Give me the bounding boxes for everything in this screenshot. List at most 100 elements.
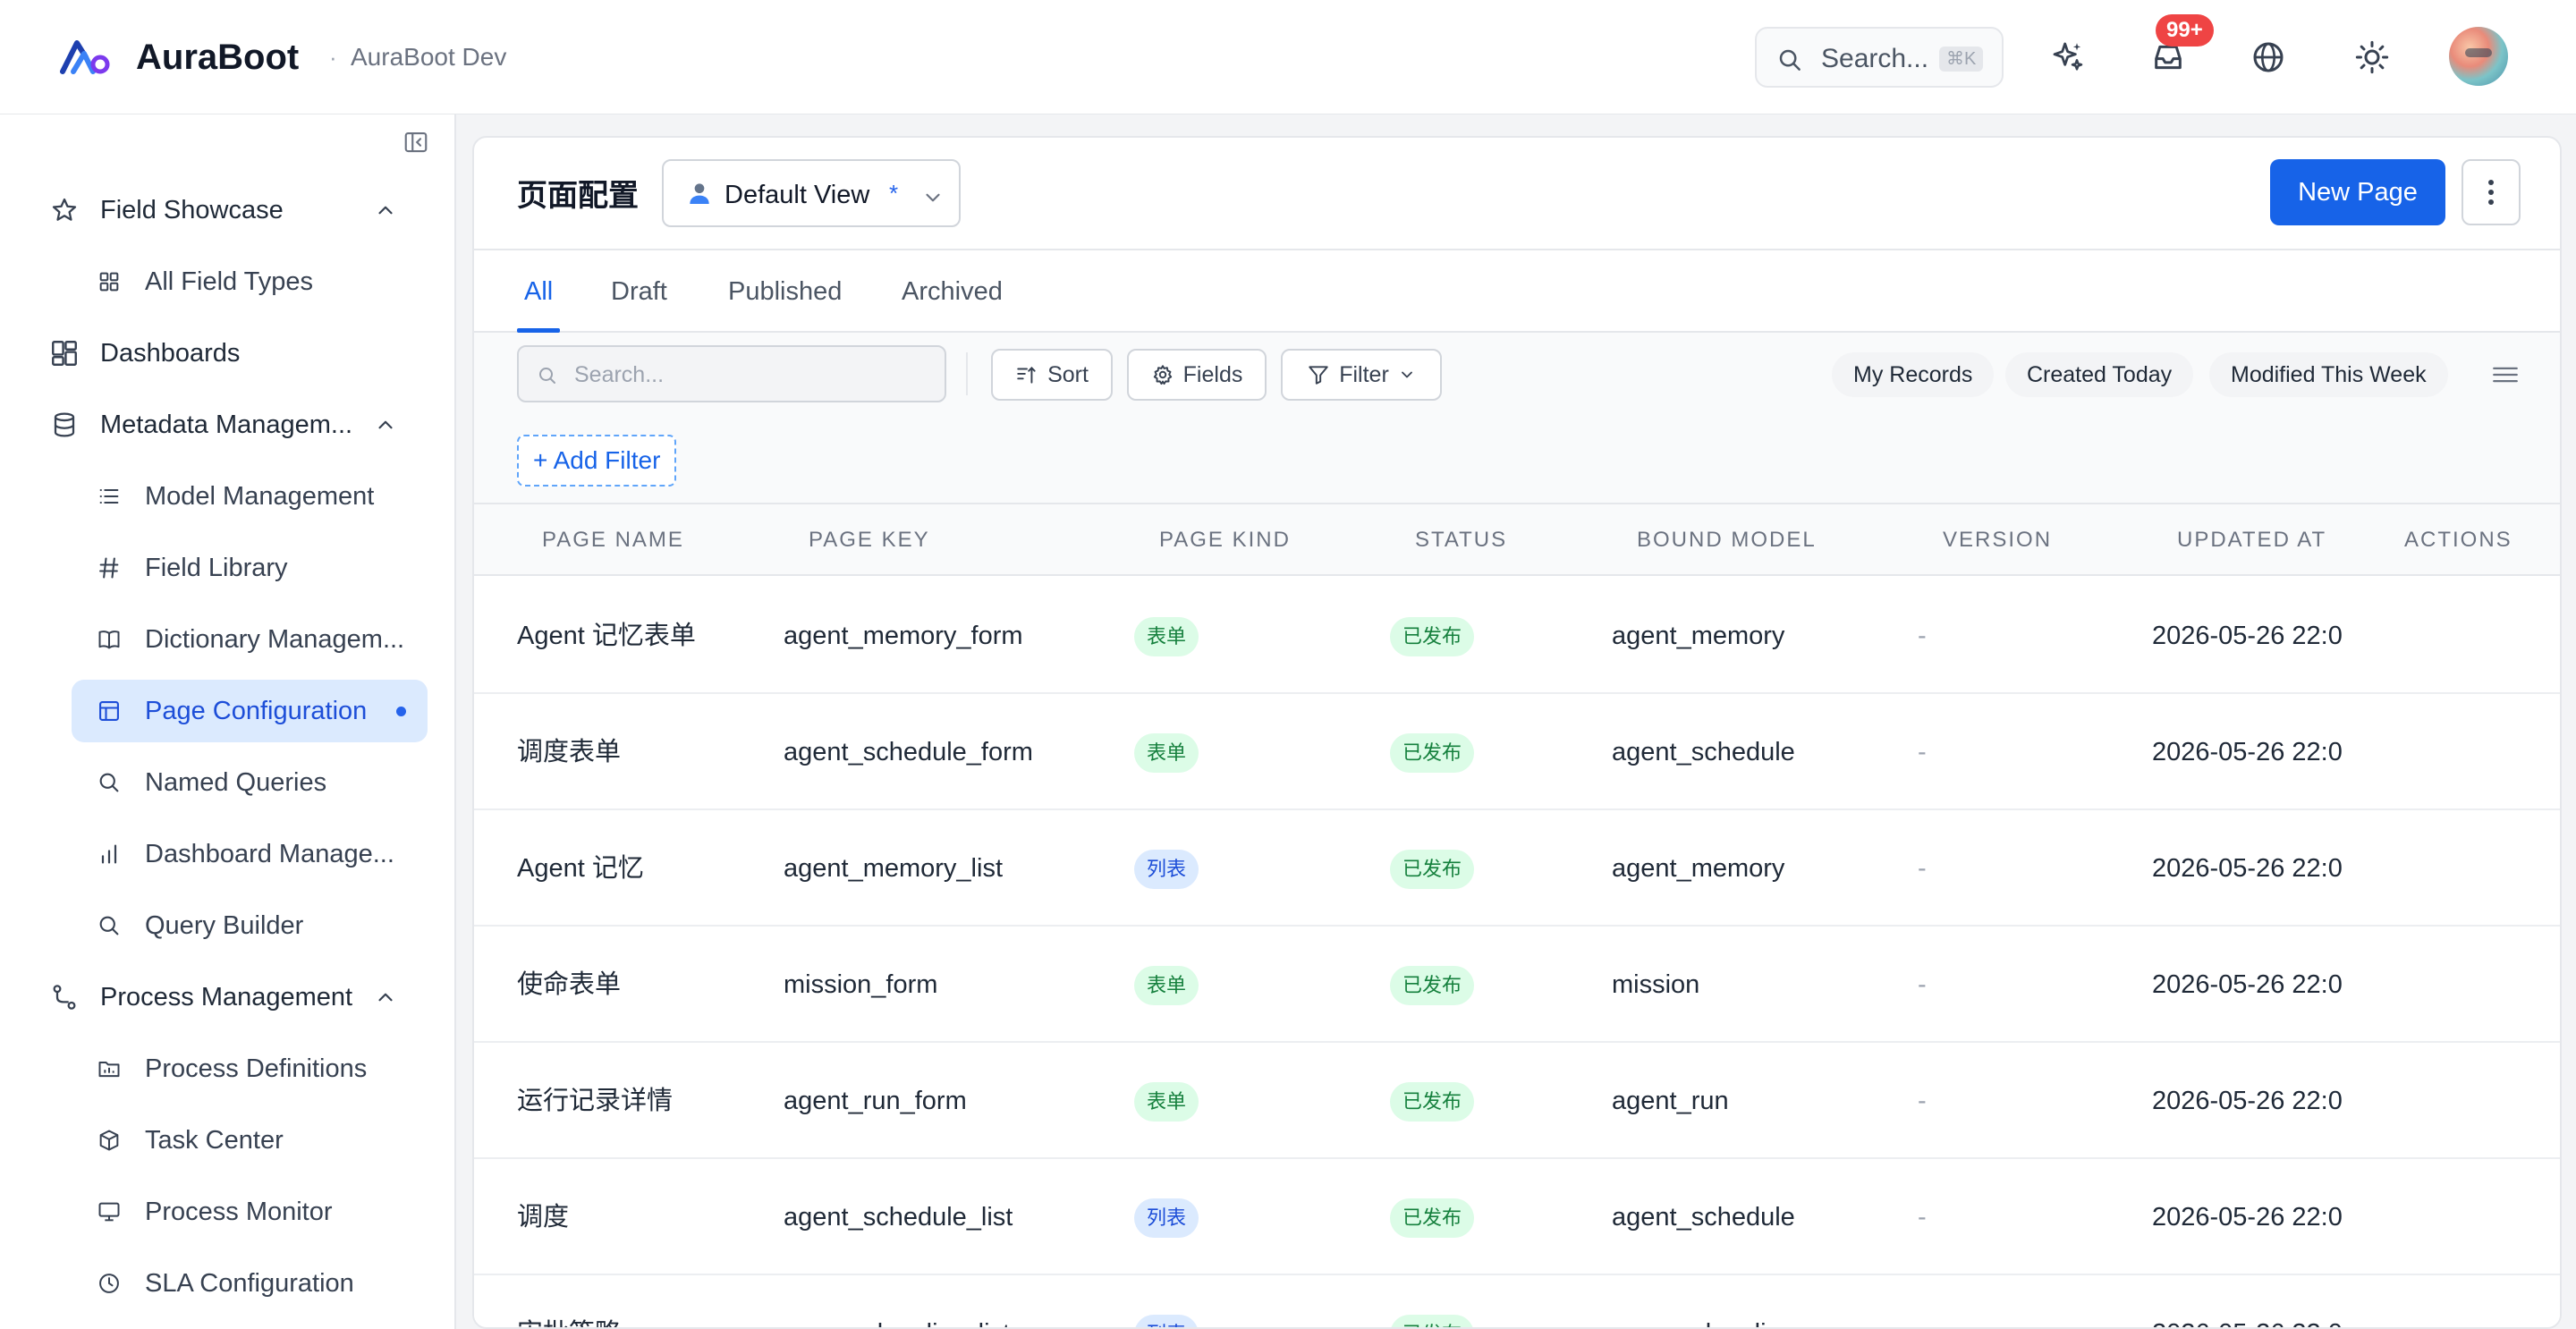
table-row[interactable]: 审批策略 approval_policy_list 列表 已发布 approval_po… [474,1275,2560,1327]
table-row[interactable]: 使命表单 mission_form 表单 已发布 mission - 2026-05-26 … [474,927,2560,1043]
sidebar-item-process-definitions[interactable]: Process Definitions [72,1037,428,1100]
sidebar: Field Showcase All Field Types Dashboard… [0,114,456,1329]
cell-page-key: mission_form [784,970,938,999]
tab-published[interactable]: Published [728,250,842,333]
sidebar-item-label: Named Queries [145,767,327,797]
filter-button-label: Filter [1339,361,1389,387]
sidebar-item-page-configuration[interactable]: Page Configuration [72,680,428,742]
column-header-status[interactable]: STATUS [1415,504,1507,576]
cell-updated-at: 2026-05-26 22:0 [2152,1203,2343,1232]
cell-page-name: 审批策略 [517,1275,767,1327]
fields-button-label: Fields [1182,361,1243,387]
sidebar-item-process-monitor[interactable]: Process Monitor [72,1181,428,1243]
sidebar-group-label: Process Management [100,982,353,1012]
sidebar-item-field-library[interactable]: Field Library [72,537,428,599]
hash-icon [93,552,125,584]
cell-version: - [1918,970,1927,999]
sidebar-group-label: Field Showcase [100,195,284,224]
page-kind-badge: 列表 [1134,1315,1199,1327]
dashboard-icon [48,337,80,369]
theme-toggle-button[interactable] [2349,34,2395,80]
tab-draft[interactable]: Draft [611,250,667,333]
sidebar-item-model-management[interactable]: Model Management [72,465,428,528]
search-shortcut: ⌘K [1939,47,1984,72]
sidebar-item-dashboards[interactable]: Dashboards [48,322,415,385]
list-search-input[interactable]: Search... [517,345,946,402]
sidebar-item-label: Query Builder [145,910,304,940]
search-icon [539,368,555,384]
page-kind-badge: 列表 [1134,850,1199,889]
language-button[interactable] [2245,34,2292,80]
table-row[interactable]: 调度表单 agent_schedule_form 表单 已发布 agent_schedu… [474,694,2560,810]
table-row[interactable]: 运行记录详情 agent_run_form 表单 已发布 agent_run - 2026-… [474,1043,2560,1159]
sidebar-item-label: Field Library [145,553,288,582]
table-row[interactable]: Agent 记忆 agent_memory_list 列表 已发布 agent_memo… [474,810,2560,927]
tab-archived[interactable]: Archived [902,250,1003,333]
env-separator: · [329,44,337,71]
cell-page-name: 调度 [517,1203,570,1232]
sidebar-group-process-management[interactable]: Process Management [48,966,415,1028]
sidebar-group-metadata-management[interactable]: Metadata Managem... [48,394,415,456]
cell-version: - [1918,1203,1927,1232]
filter-button[interactable]: Filter [1281,349,1442,401]
status-tabs: All Draft Published Archived [474,250,2560,333]
user-avatar[interactable] [2449,27,2508,86]
column-header-page-key[interactable]: PAGE KEY [809,504,930,576]
column-header-bound-model[interactable]: BOUND MODEL [1637,504,1817,576]
quick-filter-modified-this-week[interactable]: Modified This Week [2209,352,2448,397]
sidebar-group-label: Metadata Managem... [100,410,353,439]
sidebar-collapse-icon[interactable] [402,129,429,156]
cell-bound-model: mission [1612,970,1700,999]
new-page-button[interactable]: New Page [2270,159,2445,225]
sort-button-label: Sort [1047,361,1089,387]
cell-page-name: 使命表单 [517,970,622,999]
filter-icon [1309,366,1328,385]
column-header-page-name[interactable]: PAGE NAME [542,504,684,576]
table-row[interactable]: 调度 agent_schedule_list 列表 已发布 agent_schedule… [474,1159,2560,1275]
tab-all[interactable]: All [524,250,553,333]
sort-button[interactable]: Sort [991,349,1113,401]
sidebar-item-all-field-types[interactable]: All Field Types [72,250,428,313]
sidebar-item-label: Process Monitor [145,1197,333,1226]
chevron-down-icon [1401,371,1412,378]
column-header-page-kind[interactable]: PAGE KIND [1159,504,1291,576]
ai-assistant-button[interactable] [2045,34,2091,80]
status-badge: 已发布 [1390,850,1475,889]
workflow-icon [48,981,80,1013]
sidebar-item-label: All Field Types [145,267,314,296]
sidebar-item-task-center[interactable]: Task Center [72,1109,428,1172]
more-actions-button[interactable] [2462,159,2521,225]
fields-button[interactable]: Fields [1127,349,1267,401]
cell-bound-model: agent_schedule [1612,738,1795,766]
sidebar-item-dashboard-management[interactable]: Dashboard Manage... [72,823,428,885]
cell-updated-at: 2026-05-26 22:0 [2152,622,2343,650]
column-header-updated-at[interactable]: UPDATED AT [2177,504,2326,576]
sidebar-item-named-queries[interactable]: Named Queries [72,751,428,814]
quick-filter-created-today[interactable]: Created Today [2005,352,2194,397]
environment-name: AuraBoot Dev [351,43,507,71]
cell-page-key: agent_schedule_form [784,738,1033,766]
sidebar-group-field-showcase[interactable]: Field Showcase [48,179,415,241]
toolbar-separator [966,352,968,395]
sparkles-icon [2053,42,2083,71]
clock-icon [93,1267,125,1299]
sidebar-item-sla-configuration[interactable]: SLA Configuration [72,1252,428,1315]
sidebar-item-dictionary-management[interactable]: Dictionary Managem... [72,608,428,671]
add-filter-button[interactable]: + Add Filter [517,435,677,487]
menu-icon[interactable] [2490,360,2521,390]
app-name[interactable]: AuraBoot [136,34,299,80]
column-header-version[interactable]: VERSION [1943,504,2052,576]
top-bar: AuraBoot · AuraBoot Dev Search... ⌘K 99+ [0,0,2576,114]
sidebar-item-label: Task Center [145,1125,284,1155]
sidebar-item-label: Page Configuration [145,696,368,725]
sidebar-item-query-builder[interactable]: Query Builder [72,894,428,957]
global-search[interactable]: Search... ⌘K [1755,27,2004,88]
table-row[interactable]: Agent 记忆表单 agent_memory_form 表单 已发布 agent_me… [474,578,2560,694]
monitor-icon [93,1196,125,1228]
auraboot-logo[interactable] [59,36,111,79]
view-selector[interactable]: Default View * [662,159,961,227]
sidebar-item-label: Dashboard Manage... [145,839,394,868]
quick-filter-my-records[interactable]: My Records [1832,352,1995,397]
cell-version: - [1918,1087,1927,1115]
active-indicator-dot [396,707,406,716]
